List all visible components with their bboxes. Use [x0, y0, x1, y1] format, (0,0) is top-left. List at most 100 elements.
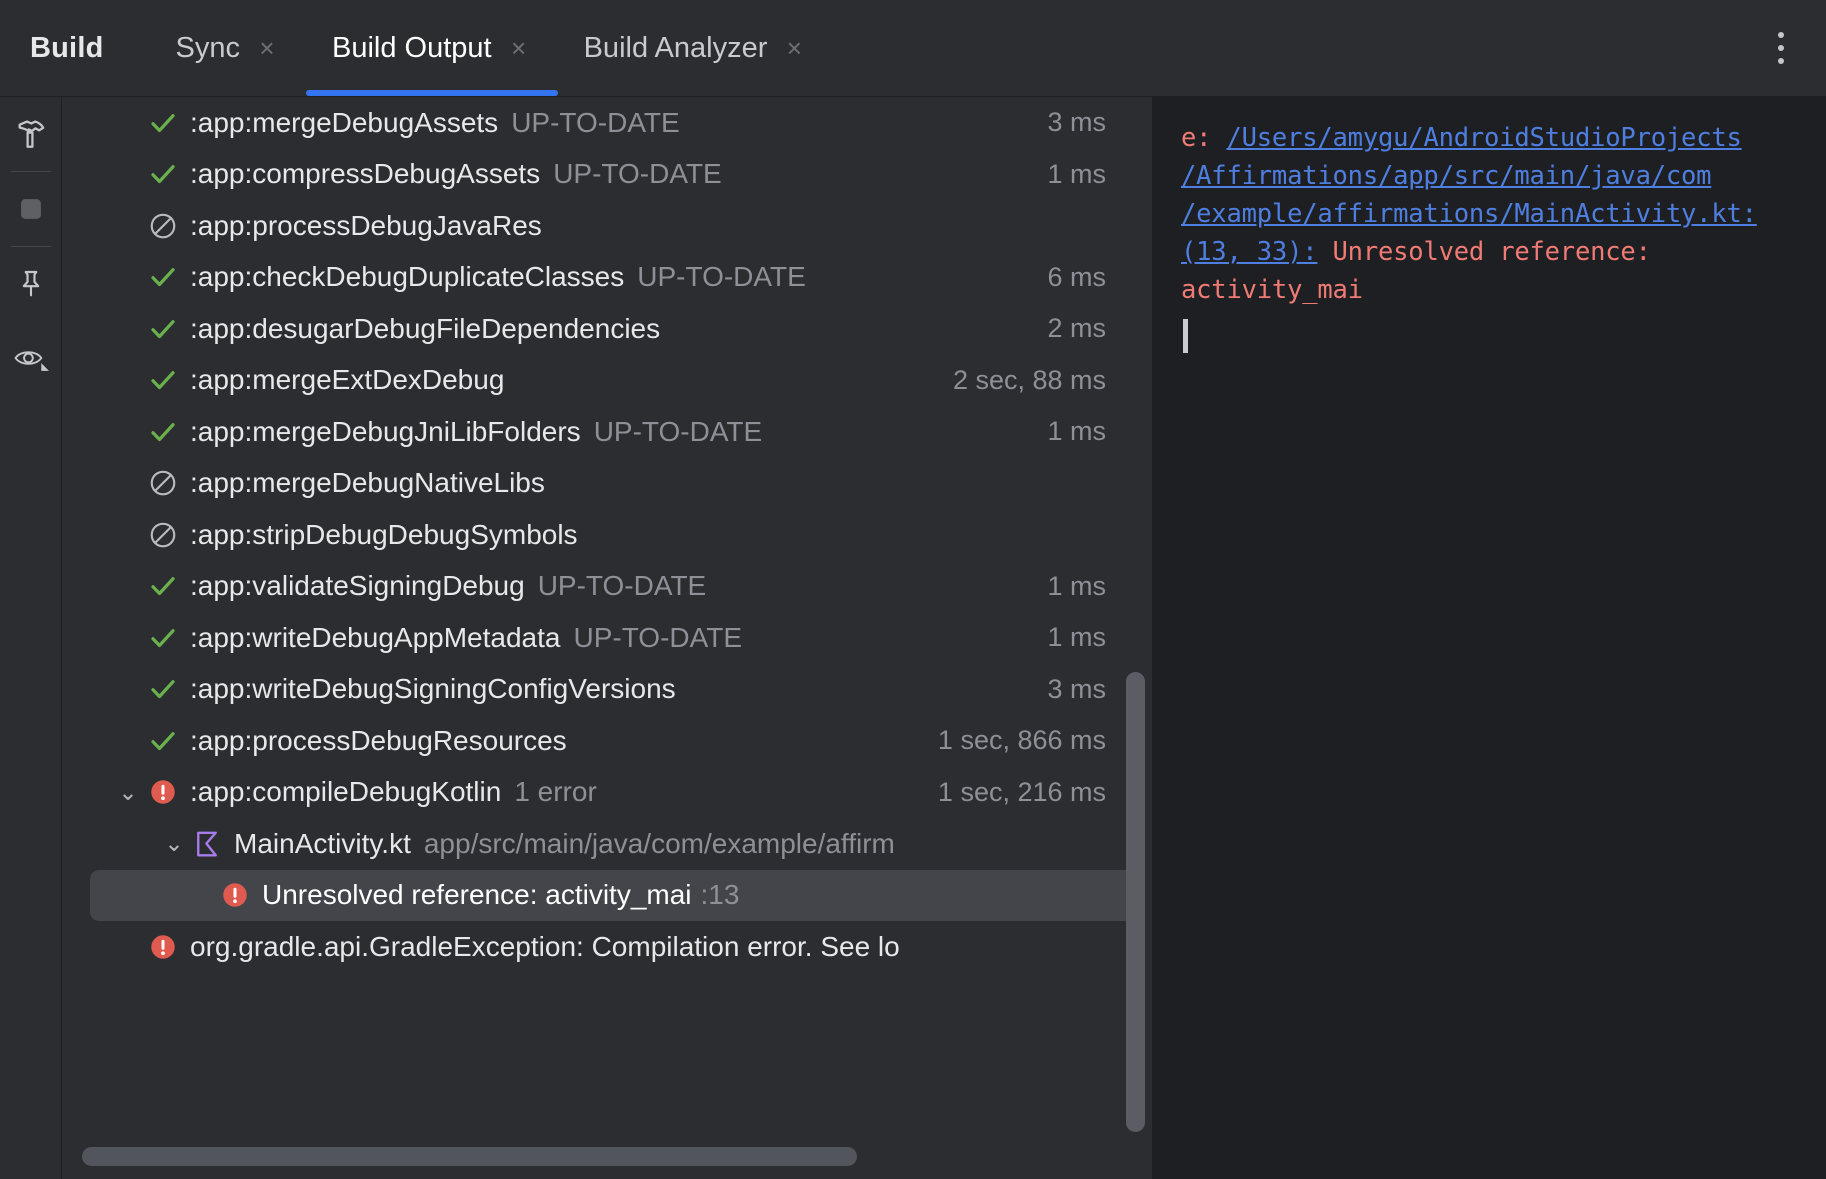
- tree-row[interactable]: org.gradle.api.GradleException: Compilat…: [62, 921, 1152, 973]
- tree-row[interactable]: :app:processDebugResources 1 sec, 866 ms: [62, 715, 1152, 767]
- close-icon[interactable]: ×: [254, 35, 280, 61]
- tree-vertical-scrollbar[interactable]: [1126, 672, 1145, 1132]
- tree-row-meta: UP-TO-DATE: [538, 570, 707, 602]
- tree-row-duration: 1 sec, 216 ms: [938, 777, 1106, 808]
- tree-row-duration: 3 ms: [1047, 674, 1106, 705]
- console-file-link[interactable]: /Affirmations/app/src/main/java/com: [1181, 161, 1711, 191]
- check-icon: [148, 571, 190, 601]
- tree-row[interactable]: :app:mergeDebugJniLibFoldersUP-TO-DATE1 …: [62, 406, 1152, 458]
- check-icon: [148, 314, 190, 344]
- kebab-dot: [1778, 58, 1784, 64]
- tree-row-duration: 2 sec, 88 ms: [953, 365, 1106, 396]
- tree-row[interactable]: :app:processDebugJavaRes: [62, 200, 1152, 252]
- close-icon[interactable]: ×: [781, 35, 807, 61]
- console-line-3: /example/affirmations/MainActivity.kt:: [1181, 195, 1798, 233]
- tree-row-label: :app:stripDebugDebugSymbols: [190, 519, 578, 551]
- tree-row-label: Unresolved reference: activity_mai: [262, 879, 692, 911]
- tree-row-label: :app:validateSigningDebug: [190, 570, 525, 602]
- tree-row[interactable]: :app:checkDebugDuplicateClasses UP-TO-DAT…: [62, 252, 1152, 304]
- skipped-icon: [148, 211, 190, 241]
- skipped-icon: [148, 520, 190, 550]
- rail-eye-icon[interactable]: [0, 321, 62, 395]
- tree-row[interactable]: :app:mergeDebugAssetsUP-TO-DATE3 ms: [62, 97, 1152, 149]
- tree-row-label: :app:processDebugResources: [190, 725, 567, 757]
- console-line-4: (13, 33): Unresolved reference:: [1181, 233, 1798, 271]
- console-line-5: activity_mai: [1181, 271, 1798, 309]
- check-icon: [148, 262, 190, 292]
- tab-sync[interactable]: Sync ×: [150, 0, 306, 96]
- console-error-message: Unresolved reference:: [1317, 237, 1650, 267]
- tree-row-duration: 3 ms: [1047, 107, 1106, 138]
- kebab-menu-icon[interactable]: [1758, 0, 1804, 96]
- tree-row[interactable]: :app:writeDebugAppMetadata UP-TO-DATE 1 ms: [62, 612, 1152, 664]
- tree-row-label: MainActivity.kt: [234, 828, 411, 860]
- tree-row[interactable]: ⌄MainActivity.ktapp/src/main/java/com/ex…: [62, 818, 1152, 870]
- tree-row[interactable]: :app:desugarDebugFileDependencies2 ms: [62, 303, 1152, 355]
- tree-row[interactable]: :app:writeDebugSigningConfigVersions 3 ms: [62, 664, 1152, 716]
- tree-horizontal-scrollbar[interactable]: [82, 1147, 857, 1166]
- tree-row-meta: 1 error: [514, 776, 596, 808]
- tree-row-label: :app:processDebugJavaRes: [190, 210, 542, 242]
- tree-row-meta: UP-TO-DATE: [553, 158, 722, 190]
- tab-build-output[interactable]: Build Output ×: [306, 0, 558, 96]
- tree-row[interactable]: :app:compressDebugAssetsUP-TO-DATE1 ms: [62, 149, 1152, 201]
- hammer-icon: [14, 117, 48, 151]
- error-icon: [148, 777, 190, 807]
- close-icon[interactable]: ×: [506, 35, 532, 61]
- tree-row[interactable]: ⌄:app:compileDebugKotlin1 error1 sec, 21…: [62, 767, 1152, 819]
- tree-row-label: :app:writeDebugAppMetadata: [190, 622, 560, 654]
- tool-window-title: Build: [0, 0, 150, 96]
- tree-row-meta: :13: [701, 879, 740, 911]
- check-icon: [148, 726, 190, 756]
- tree-row[interactable]: :app:mergeExtDexDebug2 sec, 88 ms: [62, 355, 1152, 407]
- stop-square-icon: [14, 192, 48, 226]
- tab-build-analyzer-label: Build Analyzer: [584, 34, 768, 63]
- tree-row-label: :app:writeDebugSigningConfigVersions: [190, 673, 676, 705]
- tree-row[interactable]: :app:validateSigningDebug UP-TO-DATE 1 ms: [62, 561, 1152, 613]
- tree-row-duration: 1 sec, 866 ms: [938, 725, 1106, 756]
- build-tool-window-header: Build Sync × Build Output × Build Analyz…: [0, 0, 1826, 96]
- check-icon: [148, 674, 190, 704]
- chevron-down-icon[interactable]: ⌄: [114, 781, 142, 804]
- build-console-panel[interactable]: e: /Users/amygu/AndroidStudioProjects /A…: [1152, 97, 1826, 1179]
- tree-row[interactable]: :app:stripDebugDebugSymbols: [62, 509, 1152, 561]
- tree-row-meta: UP-TO-DATE: [637, 261, 806, 293]
- tree-row-label: :app:desugarDebugFileDependencies: [190, 313, 660, 345]
- tab-build-analyzer[interactable]: Build Analyzer ×: [558, 0, 834, 96]
- tree-row-duration: 1 ms: [1047, 571, 1106, 602]
- kebab-dot: [1778, 32, 1784, 38]
- build-output-tree-panel[interactable]: :app:mergeDebugAssetsUP-TO-DATE3 ms:app:…: [62, 97, 1152, 1179]
- console-line-2: /Affirmations/app/src/main/java/com: [1181, 157, 1798, 195]
- console-position-link[interactable]: (13, 33):: [1181, 237, 1317, 267]
- build-output-tree[interactable]: :app:mergeDebugAssetsUP-TO-DATE3 ms:app:…: [62, 97, 1152, 1137]
- console-error-message-tail: activity_mai: [1181, 275, 1363, 305]
- check-icon: [148, 365, 190, 395]
- tab-sync-label: Sync: [176, 34, 240, 63]
- tree-row-duration: 1 ms: [1047, 622, 1106, 653]
- tree-row-meta: UP-TO-DATE: [511, 107, 680, 139]
- rail-pin-icon[interactable]: [0, 247, 62, 321]
- tree-row[interactable]: :app:mergeDebugNativeLibs: [62, 458, 1152, 510]
- tree-row[interactable]: Unresolved reference: activity_mai :13: [90, 870, 1138, 922]
- rail-stop-icon[interactable]: [0, 172, 62, 246]
- tree-row-meta: UP-TO-DATE: [594, 416, 763, 448]
- chevron-down-icon[interactable]: ⌄: [160, 832, 188, 855]
- console-file-link[interactable]: /Users/amygu/AndroidStudioProjects: [1226, 123, 1741, 153]
- eye-icon: [13, 343, 49, 373]
- build-tool-window-body: :app:mergeDebugAssetsUP-TO-DATE3 ms:app:…: [0, 96, 1826, 1178]
- console-error-prefix: e:: [1181, 123, 1226, 153]
- check-icon: [148, 159, 190, 189]
- console-line-1: e: /Users/amygu/AndroidStudioProjects: [1181, 119, 1798, 157]
- error-icon: [220, 880, 262, 910]
- error-icon: [148, 932, 190, 962]
- tree-row-meta: UP-TO-DATE: [573, 622, 742, 654]
- check-icon: [148, 108, 190, 138]
- tree-row-label: :app:checkDebugDuplicateClasses: [190, 261, 624, 293]
- tree-row-label: :app:compressDebugAssets: [190, 158, 540, 190]
- console-caret: [1183, 319, 1188, 353]
- tree-row-label: org.gradle.api.GradleException: Compilat…: [190, 931, 900, 963]
- rail-build-icon[interactable]: [0, 97, 62, 171]
- tree-horizontal-scrollbar-track: [62, 1137, 1152, 1179]
- kebab-dot: [1778, 45, 1784, 51]
- console-file-link[interactable]: /example/affirmations/MainActivity.kt:: [1181, 199, 1757, 229]
